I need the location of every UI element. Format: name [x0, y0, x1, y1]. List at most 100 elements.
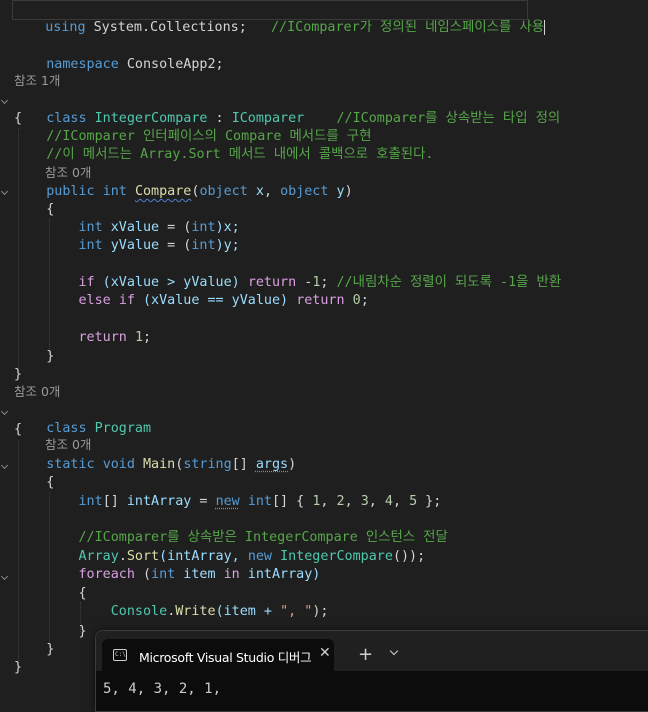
keyword: int: [78, 238, 103, 253]
type-name: IntegerCompare: [94, 111, 208, 126]
code-line-xvalue[interactable]: int xValue = (int)x;: [14, 219, 240, 237]
code-line-brace[interactable]: {: [14, 201, 54, 219]
number: 1: [134, 330, 143, 345]
keyword: namespace: [46, 57, 119, 72]
code-line-brace[interactable]: {: [14, 421, 22, 439]
expression: (intArray,: [159, 549, 248, 564]
type-name: Program: [94, 421, 152, 436]
code-line-array-sort[interactable]: Array.Sort(intArray, new IntegerCompare(…: [14, 548, 426, 566]
brace: }: [46, 349, 55, 364]
code-line-namespace[interactable]: namespace ConsoleApp2;: [14, 38, 223, 72]
expression: (xValue == yValue): [134, 293, 297, 308]
fold-chevron-icon[interactable]: [2, 463, 8, 469]
number: 2: [336, 494, 345, 509]
code-line-return[interactable]: return 1;: [14, 329, 152, 347]
brace: {: [46, 202, 55, 217]
console-tab[interactable]: C:\ Microsoft Visual Studio 디버그 ✕: [102, 639, 334, 671]
punctuation: ): [288, 457, 297, 472]
code-line-brace[interactable]: {: [14, 110, 22, 128]
keyword: int: [102, 184, 127, 199]
expression: (xValue > yValue): [94, 275, 248, 290]
number: 0: [352, 293, 361, 308]
variable: intArray: [126, 494, 192, 509]
code-line-if[interactable]: if (xValue > yValue) return -1; //내림차순 정…: [14, 274, 562, 292]
punctuation: ;: [320, 275, 337, 290]
code-line-brace[interactable]: }: [14, 659, 22, 677]
parameter: args: [255, 457, 289, 472]
punctuation: []: [231, 457, 256, 472]
code-line-brace[interactable]: }: [14, 641, 54, 659]
expression: )y;: [215, 238, 240, 253]
close-icon[interactable]: ✕: [319, 645, 331, 661]
keyword: void: [102, 457, 135, 472]
keyword: class: [46, 111, 87, 126]
keyword: int: [191, 238, 216, 253]
fold-chevron-icon[interactable]: [2, 574, 8, 580]
punctuation: (: [134, 567, 152, 582]
fold-chevron-icon[interactable]: [2, 98, 8, 104]
code-line-class-integercompare[interactable]: class IntegerCompare : IComparer //IComp…: [14, 92, 560, 126]
method-name: Sort: [126, 549, 160, 564]
punctuation: );: [312, 604, 329, 619]
keyword: int: [247, 494, 272, 509]
console-tab-bar: C:\ Microsoft Visual Studio 디버그 ✕ +: [96, 631, 648, 671]
codelens-references[interactable]: 참조 0개: [45, 165, 91, 181]
type-name: Array: [78, 549, 119, 564]
code-line-main-signature[interactable]: static void Main(string[] args): [14, 456, 296, 474]
code-line-int-array[interactable]: int[] intArray = new int[] { 1, 2, 3, 4,…: [14, 493, 442, 511]
code-line-console-write[interactable]: Console.Write(item + ", ");: [14, 603, 329, 621]
terminal-icon: C:\: [113, 649, 127, 661]
punctuation: ;: [360, 293, 369, 308]
codelens-references[interactable]: 참조 0개: [45, 437, 91, 453]
code-line-comment[interactable]: //IComparer 인터페이스의 Compare 메서드를 구현: [14, 128, 371, 146]
fold-chevron-icon[interactable]: [2, 409, 8, 415]
punctuation: :: [207, 111, 232, 126]
code-line-comment[interactable]: //이 메서드는 Array.Sort 메서드 내에서 콜백으로 호출된다.: [14, 146, 433, 164]
number: 1: [312, 494, 321, 509]
keyword: object: [280, 184, 329, 199]
codelens-references[interactable]: 참조 0개: [14, 384, 60, 400]
variable: intArray): [239, 567, 321, 582]
fold-chevron-icon[interactable]: [2, 189, 8, 195]
code-line-foreach[interactable]: foreach (int item in intArray): [14, 566, 321, 584]
code-line-brace[interactable]: {: [14, 585, 87, 603]
number: 3: [360, 494, 369, 509]
codelens-references[interactable]: 참조 1개: [14, 73, 60, 89]
new-tab-button[interactable]: +: [358, 646, 373, 664]
debug-console-window[interactable]: C:\ Microsoft Visual Studio 디버그 ✕ + 5, 4…: [95, 630, 648, 712]
code-line-brace[interactable]: }: [14, 348, 54, 366]
code-line-yvalue[interactable]: int yValue = (int)y;: [14, 237, 240, 255]
code-line-comment[interactable]: //IComparer를 상속받은 IntegerCompare 인스턴스 전달: [14, 529, 448, 547]
code-line-brace[interactable]: }: [14, 366, 22, 384]
code-editor[interactable]: using System.Collections; //IComparer가 정…: [0, 0, 648, 699]
brace: }: [46, 642, 55, 657]
code-line-brace[interactable]: }: [14, 623, 87, 641]
keyword: static: [46, 457, 95, 472]
punctuation: = (: [159, 238, 192, 253]
punctuation: -: [296, 275, 313, 290]
punctuation: []: [102, 494, 127, 509]
variable: yValue: [110, 238, 160, 253]
punctuation: ;: [143, 330, 152, 345]
expression: )x;: [215, 220, 240, 235]
keyword: return: [247, 275, 297, 290]
code-line-brace[interactable]: {: [14, 474, 54, 492]
keyword: class: [46, 421, 87, 436]
keyword: new: [215, 494, 240, 509]
method-name: Compare: [134, 184, 192, 199]
code-line-using[interactable]: using System.Collections; //IComparer가 정…: [12, 0, 546, 35]
brace: {: [78, 586, 87, 601]
code-line-compare-signature[interactable]: public int Compare(object x, object y): [14, 183, 352, 201]
variable: xValue: [110, 220, 160, 235]
code-line-else-if[interactable]: else if (xValue == yValue) return 0;: [14, 292, 369, 310]
number: 4: [384, 494, 393, 509]
code-line-class-program[interactable]: class Program: [14, 402, 151, 436]
keyword: else: [78, 293, 111, 308]
console-tab-title: Microsoft Visual Studio 디버그: [139, 650, 312, 665]
brace: }: [78, 624, 87, 639]
keyword: object: [199, 184, 248, 199]
brace: {: [46, 475, 55, 490]
type-name: IComparer: [231, 111, 305, 126]
chevron-down-icon[interactable]: [388, 646, 402, 660]
keyword: in: [223, 567, 240, 582]
